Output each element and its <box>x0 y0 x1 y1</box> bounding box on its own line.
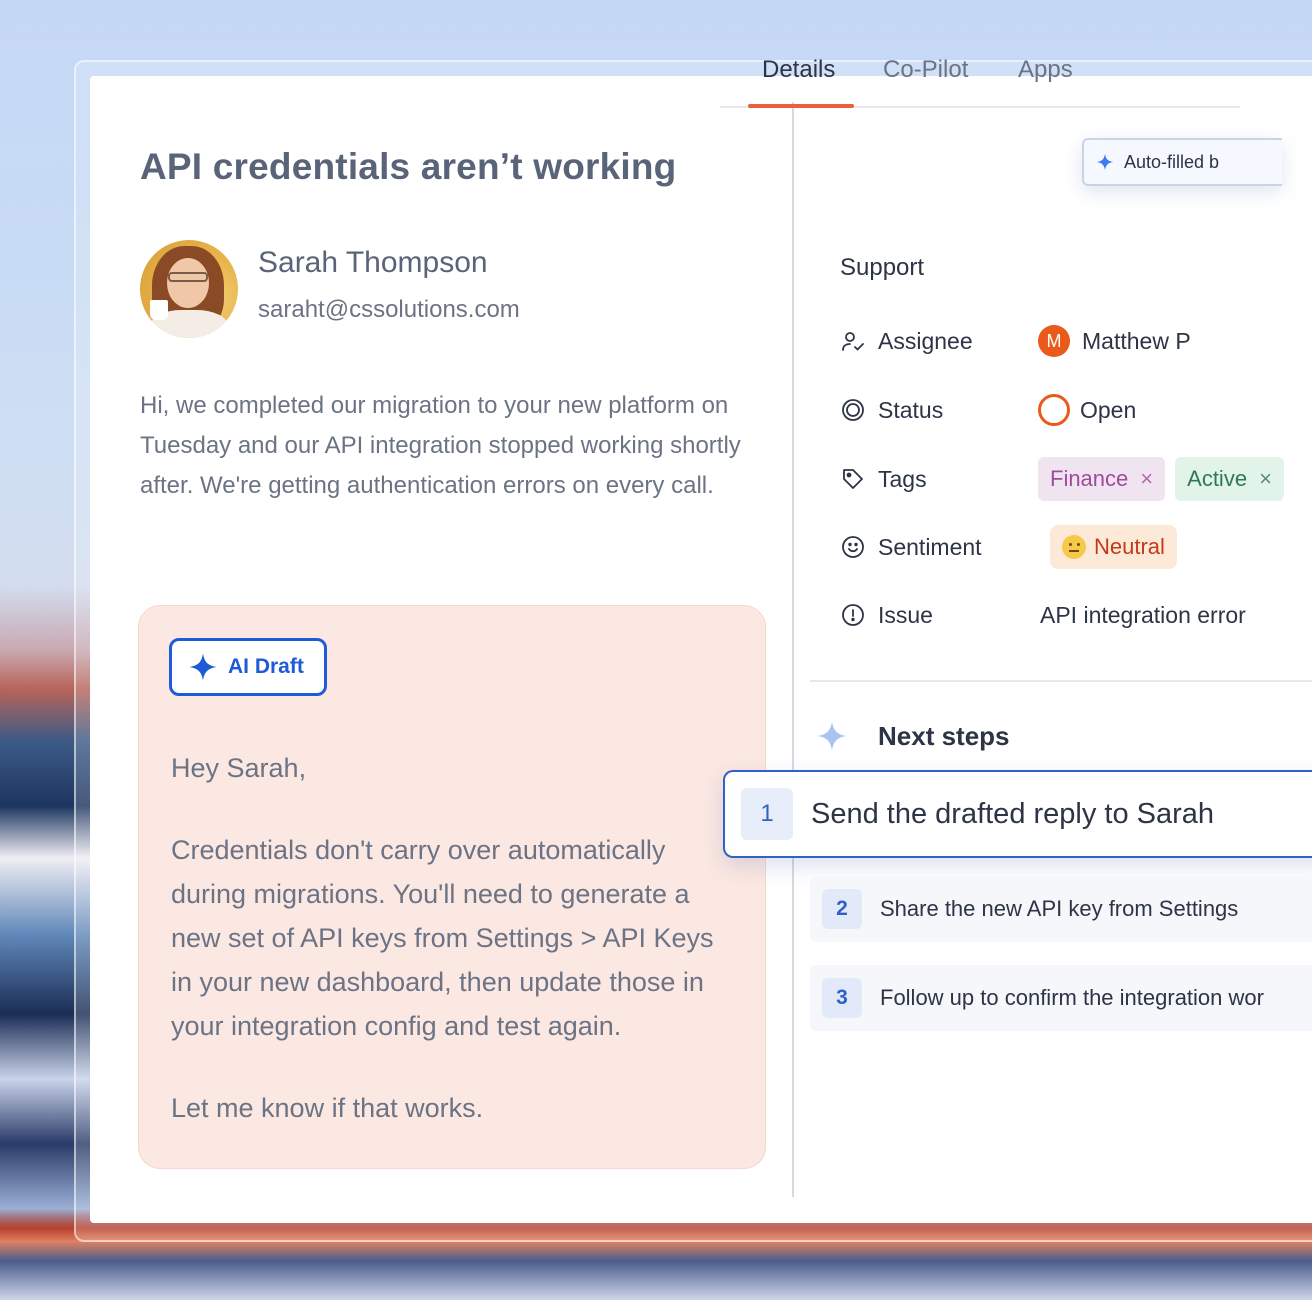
tags-label: Tags <box>878 465 927 492</box>
tab-apps[interactable]: Apps <box>1018 56 1073 84</box>
close-icon[interactable]: × <box>1259 466 1272 492</box>
alert-circle-icon <box>840 602 866 628</box>
smile-icon <box>840 534 866 560</box>
ai-draft-button[interactable]: AI Draft <box>169 638 327 696</box>
issue-value[interactable]: API integration error <box>1040 593 1246 637</box>
next-steps-title: Next steps <box>878 720 1010 751</box>
draft-body: Credentials don't carry over automatical… <box>171 835 714 1041</box>
ai-draft-label: AI Draft <box>228 655 304 678</box>
ai-draft-panel: AI Draft Hey Sarah, Credentials don't ca… <box>138 605 766 1169</box>
next-steps-header: Next steps <box>816 716 1010 756</box>
next-step-1[interactable]: 1 Send the drafted reply to Sarah <box>723 770 1312 858</box>
customer-message: Hi, we completed our migration to your n… <box>140 392 741 499</box>
step-number: 2 <box>822 889 862 929</box>
step-text: Share the new API key from Settings <box>880 896 1239 921</box>
issue-label: Issue <box>878 601 933 628</box>
draft-closing: Let me know if that works. <box>171 1093 484 1123</box>
draft-greeting: Hey Sarah, <box>171 753 307 783</box>
sparkle-icon <box>817 721 847 751</box>
status-row: Status <box>840 390 943 430</box>
step-number: 3 <box>822 978 862 1018</box>
assignee-row: Assignee <box>840 321 973 361</box>
tab-co-pilot[interactable]: Co-Pilot <box>883 56 968 84</box>
issue-row: Issue <box>840 595 933 635</box>
ticket-card: API credentials aren’t working Sarah Tho… <box>90 76 1312 1223</box>
auto-filled-badge[interactable]: Auto-filled b <box>1082 138 1282 186</box>
tags-row: Tags <box>840 459 927 499</box>
tag-active-label: Active <box>1187 466 1248 491</box>
panel-divider <box>792 102 794 1197</box>
tag-active[interactable]: Active × <box>1175 457 1284 501</box>
sparkle-icon <box>1096 153 1114 171</box>
section-label: Support <box>840 254 925 281</box>
section-divider <box>810 680 1312 682</box>
status-text: Open <box>1080 396 1137 423</box>
sender-email[interactable]: saraht@cssolutions.com <box>258 296 520 324</box>
sentiment-value[interactable]: Neutral <box>1038 525 1177 569</box>
next-step-3[interactable]: 3 Follow up to confirm the integration w… <box>810 965 1312 1031</box>
sentiment-badge: Neutral <box>1050 525 1177 569</box>
auto-filled-label: Auto-filled b <box>1124 151 1220 172</box>
sentiment-text: Neutral <box>1094 534 1165 559</box>
active-tab-indicator <box>748 104 854 108</box>
assignee-name: Matthew P <box>1082 327 1191 354</box>
assignee-value[interactable]: M Matthew P <box>1038 319 1191 363</box>
step-text: Follow up to confirm the integration wor <box>880 985 1264 1010</box>
ticket-title: API credentials aren’t working <box>140 146 677 187</box>
sentiment-row: Sentiment <box>840 527 982 567</box>
tags-value: Finance × Active × <box>1038 457 1294 501</box>
next-step-2[interactable]: 2 Share the new API key from Settings <box>810 876 1312 942</box>
neutral-face-icon <box>1062 535 1086 559</box>
target-icon <box>840 397 866 423</box>
user-check-icon <box>840 328 866 354</box>
avatar <box>140 240 238 338</box>
close-icon[interactable]: × <box>1140 466 1153 492</box>
tag-finance-label: Finance <box>1050 466 1129 491</box>
details-tabs: Details Co-Pilot Apps <box>720 52 1240 108</box>
step-number: 1 <box>741 788 793 840</box>
tab-details[interactable]: Details <box>762 56 835 84</box>
step-text: Send the drafted reply to Sarah <box>811 797 1215 830</box>
assignee-label: Assignee <box>878 327 973 354</box>
sentiment-label: Sentiment <box>878 533 982 560</box>
sparkle-icon <box>189 653 217 681</box>
tag-finance[interactable]: Finance × <box>1038 457 1166 501</box>
tag-icon <box>840 466 866 492</box>
sender-name: Sarah Thompson <box>258 246 488 279</box>
assignee-avatar: M <box>1038 325 1070 357</box>
status-value[interactable]: Open <box>1038 388 1136 432</box>
open-status-icon <box>1038 394 1070 426</box>
status-label: Status <box>878 396 944 423</box>
draft-text[interactable]: Hey Sarah, Credentials don't carry over … <box>171 746 741 1168</box>
